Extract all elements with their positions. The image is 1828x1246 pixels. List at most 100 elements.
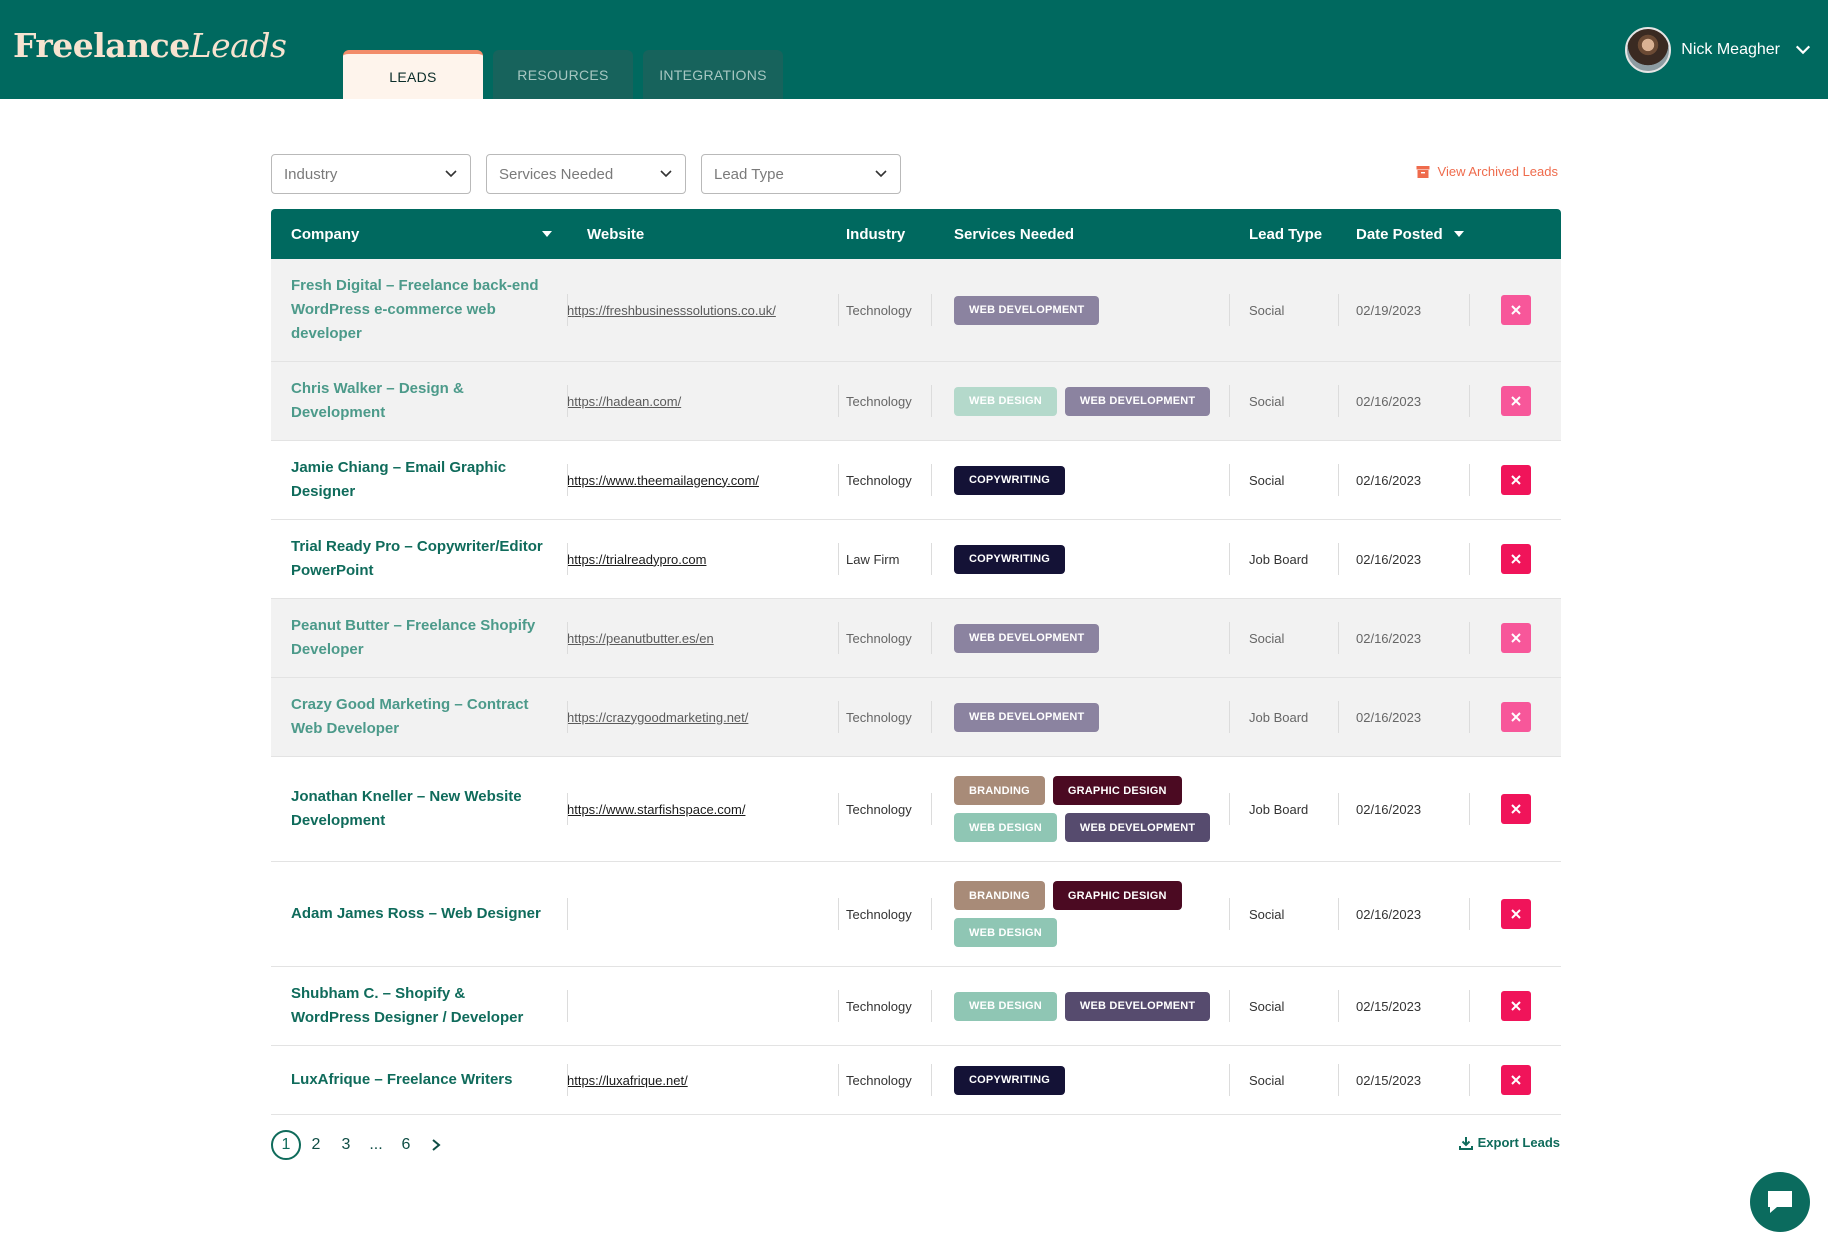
- services-cell: Branding Graphic Design Web Design: [954, 862, 1224, 966]
- service-tag: Copywriting: [954, 544, 1066, 574]
- archive-lead-button[interactable]: [1501, 991, 1531, 1021]
- company-name-link[interactable]: Fresh Digital – Freelance back-end WordP…: [291, 259, 546, 361]
- column-divider: [567, 898, 568, 930]
- tab-integrations[interactable]: Integrations: [643, 50, 783, 99]
- page-1-button[interactable]: 1: [271, 1130, 301, 1160]
- date-posted-cell: 02/16/2023: [1356, 801, 1422, 817]
- company-name-link[interactable]: Trial Ready Pro – Copywriter/Editor Powe…: [291, 520, 546, 598]
- website-link[interactable]: [567, 967, 807, 1045]
- view-archived-leads-link[interactable]: View Archived Leads: [1416, 164, 1558, 179]
- column-divider: [838, 990, 839, 1022]
- service-tag: Web Development: [1064, 813, 1211, 842]
- close-icon: [1511, 305, 1521, 315]
- archive-lead-button[interactable]: [1501, 1065, 1531, 1095]
- page-2-button[interactable]: 2: [301, 1130, 331, 1160]
- archive-lead-button[interactable]: [1501, 544, 1531, 574]
- archive-lead-button[interactable]: [1501, 386, 1531, 416]
- website-link[interactable]: https://www.theemailagency.com/: [567, 441, 807, 519]
- services-filter-select[interactable]: Services Needed: [486, 154, 686, 194]
- service-tag: Branding: [954, 881, 1045, 910]
- lead-type-cell: Social: [1249, 630, 1285, 646]
- company-name-link[interactable]: Chris Walker – Design & Development: [291, 362, 546, 440]
- service-tag: Web Development: [1064, 386, 1211, 416]
- column-divider: [838, 701, 839, 733]
- website-link[interactable]: https://peanutbutter.es/en: [567, 599, 807, 677]
- archive-lead-button[interactable]: [1501, 702, 1531, 732]
- service-tag: Web Design: [954, 813, 1057, 842]
- website-link[interactable]: https://freshbusinesssolutions.co.uk/: [567, 259, 807, 361]
- website-link[interactable]: https://crazygoodmarketing.net/: [567, 678, 807, 756]
- company-name-link[interactable]: Adam James Ross – Web Designer: [291, 862, 546, 966]
- website-link[interactable]: https://www.starfishspace.com/: [567, 757, 807, 861]
- date-posted-cell: 02/16/2023: [1356, 630, 1422, 646]
- archive-lead-button[interactable]: [1501, 899, 1531, 929]
- logo[interactable]: FreelanceLeads: [13, 26, 287, 65]
- company-name-link[interactable]: Jonathan Kneller – New Website Developme…: [291, 757, 546, 861]
- export-leads-button[interactable]: Export Leads: [1458, 1135, 1560, 1150]
- column-divider: [1229, 1064, 1230, 1096]
- lead-type-cell: Social: [1249, 393, 1285, 409]
- table-row: Jamie Chiang – Email Graphic Designer htt…: [271, 441, 1561, 520]
- service-tag: Web Design: [954, 918, 1057, 947]
- industry-filter-select[interactable]: Industry: [271, 154, 471, 194]
- company-name-link[interactable]: Crazy Good Marketing – Contract Web Deve…: [291, 678, 546, 756]
- services-cell: Copywriting: [954, 520, 1224, 598]
- next-page-button[interactable]: [421, 1130, 451, 1160]
- chevron-down-icon[interactable]: [1794, 41, 1812, 59]
- service-tag: Web Design: [954, 991, 1057, 1021]
- archive-lead-button[interactable]: [1501, 623, 1531, 653]
- company-name-link[interactable]: LuxAfrique – Freelance Writers: [291, 1046, 546, 1114]
- table-row: LuxAfrique – Freelance Writers https://lu…: [271, 1046, 1561, 1115]
- column-divider: [931, 793, 932, 825]
- company-name-link[interactable]: Peanut Butter – Freelance Shopify Develo…: [291, 599, 546, 677]
- chevron-down-icon: [445, 170, 457, 178]
- website-link[interactable]: https://hadean.com/: [567, 362, 807, 440]
- chat-widget-button[interactable]: [1750, 1172, 1810, 1232]
- website-link[interactable]: [567, 862, 807, 966]
- column-divider: [1229, 898, 1230, 930]
- column-divider: [567, 294, 568, 326]
- company-name-link[interactable]: Shubham C. – Shopify & WordPress Designe…: [291, 967, 546, 1045]
- lead-type-cell: Job Board: [1249, 551, 1309, 567]
- website-link[interactable]: https://luxafrique.net/: [567, 1046, 807, 1114]
- column-divider: [1469, 385, 1470, 417]
- services-cell: Branding Graphic Design Web Design Web Deve…: [954, 757, 1224, 861]
- page-6-button[interactable]: 6: [391, 1130, 421, 1160]
- sort-down-icon[interactable]: [541, 229, 553, 239]
- chevron-down-icon: [660, 170, 672, 178]
- column-header-company[interactable]: Company: [291, 209, 359, 259]
- column-divider: [838, 385, 839, 417]
- services-cell: Web Development: [954, 599, 1224, 677]
- column-divider: [1229, 385, 1230, 417]
- company-name-link[interactable]: Jamie Chiang – Email Graphic Designer: [291, 441, 546, 519]
- archive-lead-button[interactable]: [1501, 794, 1531, 824]
- tab-resources[interactable]: Resources: [493, 50, 633, 99]
- column-divider: [567, 990, 568, 1022]
- sort-down-icon: [1453, 231, 1464, 237]
- column-divider: [1229, 294, 1230, 326]
- archive-lead-button[interactable]: [1501, 295, 1531, 325]
- lead-type-filter-label: Lead Type: [714, 165, 784, 183]
- avatar[interactable]: [1625, 27, 1672, 73]
- service-tag: Web Development: [954, 702, 1100, 732]
- column-divider: [1229, 793, 1230, 825]
- table-row: Adam James Ross – Web Designer Technology…: [271, 862, 1561, 967]
- column-divider: [1338, 622, 1339, 654]
- column-divider: [567, 1064, 568, 1096]
- column-divider: [838, 1064, 839, 1096]
- column-divider: [1469, 1064, 1470, 1096]
- column-header-date-posted[interactable]: Date Posted: [1356, 209, 1465, 259]
- archive-lead-button[interactable]: [1501, 465, 1531, 495]
- column-header-industry-label: Industry: [846, 225, 906, 243]
- service-tag: Copywriting: [954, 1065, 1066, 1095]
- tab-leads[interactable]: Leads: [343, 50, 483, 99]
- table-row: Chris Walker – Design & Development https…: [271, 362, 1561, 441]
- column-header-services-label: Services Needed: [954, 225, 1075, 243]
- archive-box-icon: [1416, 165, 1430, 178]
- page-3-button[interactable]: 3: [331, 1130, 361, 1160]
- column-divider: [567, 543, 568, 575]
- user-menu[interactable]: Nick Meagher: [1625, 27, 1812, 73]
- lead-type-filter-select[interactable]: Lead Type: [701, 154, 901, 194]
- column-divider: [567, 385, 568, 417]
- website-link[interactable]: https://trialreadypro.com: [567, 520, 807, 598]
